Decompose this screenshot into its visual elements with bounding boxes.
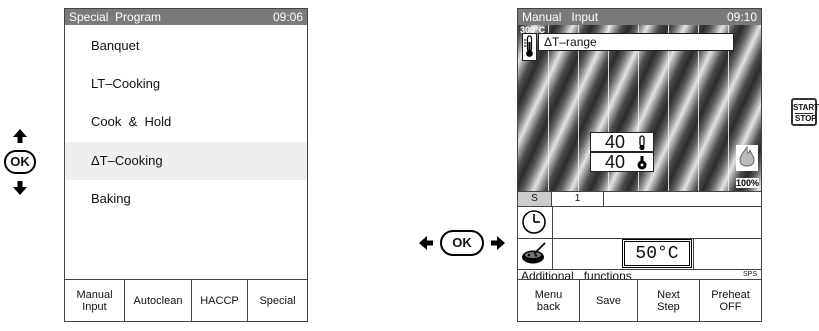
menu-item-lt-cooking[interactable]: LT–Cooking — [65, 65, 307, 103]
menu-item-label: ΔT–Cooking — [91, 153, 163, 168]
ok-button[interactable]: OK — [4, 150, 36, 174]
save-button[interactable]: Save — [580, 280, 638, 321]
next-step-button[interactable]: Next Step — [638, 280, 700, 321]
delta-probe-icon — [637, 156, 647, 170]
softkey-bar: Manual Input Autoclean HACCP Special — [65, 279, 307, 321]
left-nav: OK — [4, 128, 36, 208]
haccp-button[interactable]: HACCP — [192, 280, 248, 321]
title-bar: Special Program 09:06 — [65, 9, 307, 25]
clock: 09:06 — [272, 10, 303, 24]
arrow-down-icon[interactable] — [12, 180, 28, 196]
special-program-screen: Special Program 09:06 Banquet LT–Cooking… — [64, 8, 308, 322]
menu-back-button[interactable]: Menu back — [518, 280, 580, 321]
core-temp-value: 40 — [605, 132, 626, 152]
set-temperature-display[interactable]: 50°C — [622, 239, 692, 268]
menu-item-label: Baking — [91, 191, 131, 206]
preheat-off-button[interactable]: Preheat OFF — [700, 280, 761, 321]
screen-title: Manual Input — [522, 10, 599, 24]
core-temp-display[interactable]: 40 — [590, 132, 654, 152]
stop-label: STOP — [795, 113, 817, 123]
power-percent: 100% — [735, 178, 759, 188]
program-name-box[interactable]: ΔT–range — [538, 33, 734, 51]
arrow-right-icon[interactable] — [490, 235, 506, 251]
pan-icon — [522, 242, 546, 264]
menu-item-delta-t-cooking[interactable]: ΔT–Cooking — [65, 142, 307, 180]
step-number[interactable]: 1 — [552, 192, 604, 206]
delta-temp-display[interactable]: 40 — [590, 152, 654, 172]
menu-item-label: Cook & Hold — [91, 114, 172, 129]
core-probe-icon — [639, 135, 645, 151]
set-temperature-value: 50°C — [635, 244, 679, 264]
arrow-left-icon[interactable] — [418, 235, 434, 251]
start-label: START — [793, 103, 819, 112]
screen-title: Special Program — [69, 10, 162, 24]
temp-divider-right — [693, 239, 694, 269]
manual-input-button[interactable]: Manual Input — [65, 280, 125, 321]
temperature-row: 50°C — [518, 239, 761, 270]
clock: 09:10 — [726, 10, 757, 24]
cooking-graph: 300°C ΔT–range 40 40 100% — [518, 25, 761, 191]
step-row: S 1 — [518, 191, 761, 207]
autoclean-button[interactable]: Autoclean — [125, 280, 192, 321]
special-button[interactable]: Special — [248, 280, 307, 321]
thermometer-box[interactable] — [522, 33, 537, 61]
clock-icon — [522, 210, 546, 234]
thermometer-icon — [524, 35, 533, 57]
temp-divider — [552, 239, 553, 269]
arrow-up-icon[interactable] — [12, 128, 28, 144]
manual-input-screen: Manual Input 09:10 300°C ΔT–range 40 40 … — [517, 8, 762, 322]
title-bar: Manual Input 09:10 — [518, 9, 761, 25]
menu-item-label: LT–Cooking — [91, 76, 161, 91]
time-divider — [552, 206, 553, 238]
program-name: ΔT–range — [544, 35, 597, 49]
right-nav: OK — [418, 230, 508, 256]
ok-button[interactable]: OK — [440, 230, 484, 256]
menu-item-baking[interactable]: Baking — [65, 180, 307, 218]
menu-item-label: Banquet — [91, 38, 140, 53]
start-stop-button[interactable]: START STOP — [791, 98, 819, 126]
softkey-bar: Menu back Save Next Step Preheat OFF — [518, 279, 761, 321]
menu-item-cook-and-hold[interactable]: Cook & Hold — [65, 103, 307, 141]
step-tab[interactable]: S — [518, 192, 552, 206]
delta-temp-value: 40 — [605, 152, 626, 172]
flame-box — [736, 145, 758, 171]
menu-item-banquet[interactable]: Banquet — [65, 27, 307, 65]
sps-label: SPS — [742, 271, 757, 278]
flame-icon — [739, 145, 755, 167]
time-row[interactable] — [518, 206, 761, 239]
